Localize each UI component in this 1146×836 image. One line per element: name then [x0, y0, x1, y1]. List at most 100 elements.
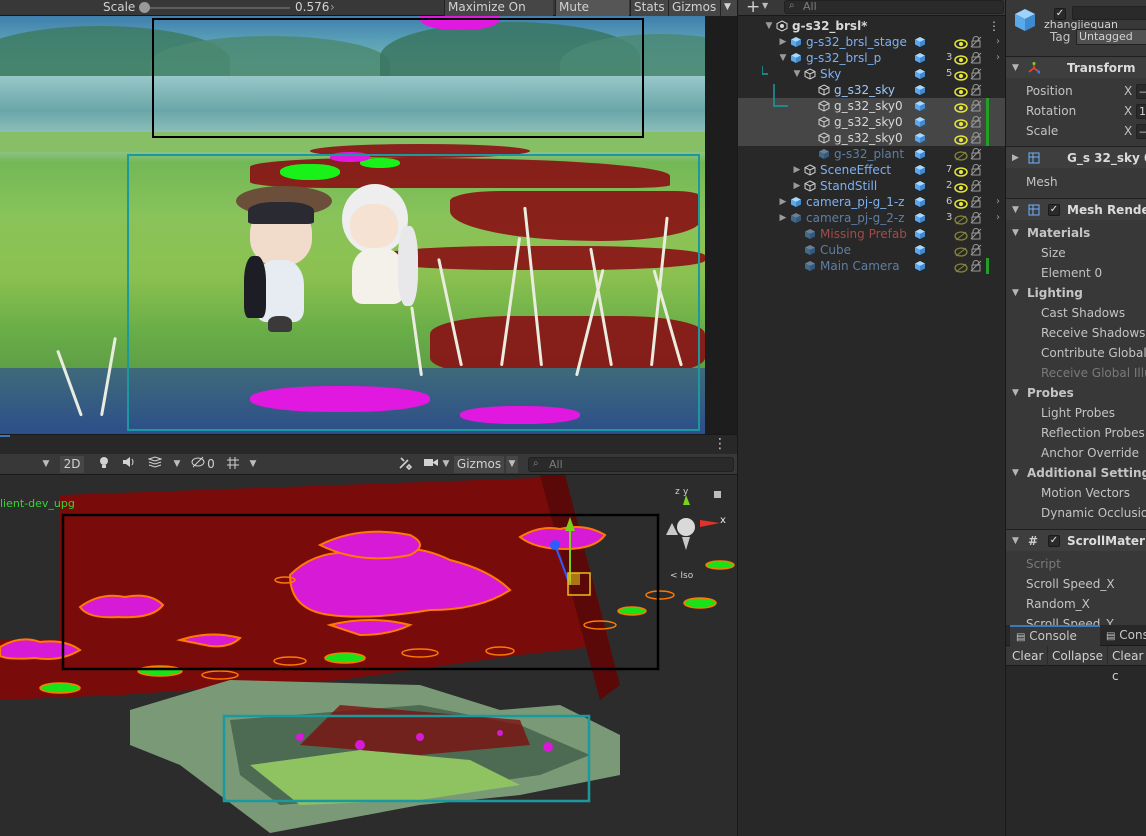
clear-on-play-button[interactable]: Clear c — [1108, 646, 1146, 683]
add-dropdown-icon[interactable]: ▼ — [762, 1, 768, 10]
2d-toggle-button[interactable]: 2D — [60, 456, 84, 473]
visibility-eye-icon[interactable] — [954, 37, 968, 49]
expand-arrow-right-icon[interactable]: ▶ — [778, 210, 788, 226]
hierarchy-item[interactable]: ▼ g-s32_brsl* ⋮ — [738, 18, 1006, 34]
visibility-eye-icon[interactable] — [954, 101, 968, 113]
visibility-eye-icon[interactable] — [954, 85, 968, 97]
visibility-hidden-icon[interactable] — [954, 261, 968, 273]
hierarchy-item[interactable]: Missing Prefab — [738, 226, 1006, 242]
hidden-objects-icon[interactable] — [190, 456, 206, 473]
open-prefab-chevron-icon[interactable]: › — [996, 210, 1000, 226]
draw-mode-dropdown-icon[interactable]: ▼ — [40, 456, 52, 473]
pickability-icon[interactable] — [970, 244, 982, 256]
mesh-renderer-header[interactable]: ▼ ✓ Mesh Rendere — [1006, 198, 1146, 220]
hierarchy-item[interactable]: ▶ SceneEffect 7 — [738, 162, 1006, 178]
expand-arrow-down-icon[interactable]: ▼ — [764, 18, 774, 34]
open-prefab-chevron-icon[interactable]: › — [996, 50, 1000, 66]
visibility-hidden-icon[interactable] — [954, 245, 968, 257]
add-icon[interactable]: + — [746, 0, 760, 17]
pickability-icon[interactable] — [970, 148, 982, 160]
mesh-filter-header[interactable]: ▶ G_s 32_sky 0 — [1006, 146, 1146, 168]
materials-foldout[interactable]: ▼ Materials — [1006, 223, 1146, 243]
pickability-icon[interactable] — [970, 52, 982, 64]
tag-dropdown[interactable]: Untagged — [1076, 29, 1146, 45]
visibility-hidden-icon[interactable] — [954, 229, 968, 241]
visibility-eye-icon[interactable] — [954, 53, 968, 65]
grid-toggle-icon[interactable] — [224, 456, 242, 473]
visibility-hidden-icon[interactable] — [954, 213, 968, 225]
tools-icon[interactable] — [396, 456, 414, 473]
pickability-icon[interactable] — [970, 228, 982, 240]
visibility-eye-icon[interactable] — [954, 197, 968, 209]
collapse-button[interactable]: Collapse — [1048, 646, 1108, 666]
scene-view[interactable]: lient-dev_upg z y x < Iso — [0, 475, 737, 836]
expand-arrow-right-icon[interactable]: ▶ — [792, 178, 802, 194]
hierarchy-item[interactable]: ▼ g-s32_brsl_p 3 › — [738, 50, 1006, 66]
hierarchy-item[interactable]: g_s32_sky0 — [738, 130, 1006, 146]
camera-dropdown-icon[interactable]: ▼ — [440, 456, 452, 473]
effects-dropdown-icon[interactable]: ▼ — [171, 456, 183, 473]
visibility-eye-icon[interactable] — [954, 181, 968, 193]
iso-label[interactable]: < Iso — [670, 571, 693, 581]
visibility-eye-icon[interactable] — [954, 133, 968, 145]
pickability-icon[interactable] — [970, 100, 982, 112]
gizmos-dropdown-icon[interactable]: ▼ — [720, 0, 737, 16]
pickability-icon[interactable] — [970, 196, 982, 208]
mesh-renderer-enabled-checkbox[interactable]: ✓ — [1048, 204, 1060, 216]
expand-arrow-right-icon[interactable]: ▶ — [792, 162, 802, 178]
probes-foldout[interactable]: ▼ Probes — [1006, 383, 1146, 403]
hierarchy-item[interactable]: Main Camera — [738, 258, 1006, 274]
visibility-eye-icon[interactable] — [954, 69, 968, 81]
pickability-icon[interactable] — [970, 116, 982, 128]
tab-console[interactable]: ▤ Console — [1010, 625, 1100, 646]
mute-audio-button[interactable]: Mute Audio — [555, 0, 629, 29]
hierarchy-item[interactable]: Cube — [738, 242, 1006, 258]
hierarchy-item[interactable]: ▶ camera_pj-g_2-z 3 › — [738, 210, 1006, 226]
scene-gizmos-dropdown-icon[interactable]: ▼ — [506, 456, 518, 473]
more-options-icon[interactable]: ⋮ — [713, 435, 727, 453]
scene-gizmos-button[interactable]: Gizmos — [454, 456, 504, 473]
hierarchy-item[interactable]: ▶ camera_pj-g_1-z 6 › — [738, 194, 1006, 210]
pickability-icon[interactable] — [970, 212, 982, 224]
scale-x-field[interactable]: — — [1136, 124, 1146, 139]
effects-toggle-icon[interactable] — [146, 456, 164, 473]
scene-search-input[interactable]: ⌕ All — [528, 457, 734, 472]
hierarchy-search-input[interactable]: ⌕ All — [784, 0, 1004, 14]
clear-button[interactable]: Clear — [1008, 646, 1049, 666]
additional-settings-foldout[interactable]: ▼ Additional Settings — [1006, 463, 1146, 483]
visibility-eye-icon[interactable] — [954, 117, 968, 129]
rotation-x-field[interactable]: 1! — [1136, 104, 1146, 119]
lighting-foldout[interactable]: ▼ Lighting — [1006, 283, 1146, 303]
open-prefab-chevron-icon[interactable]: › — [996, 194, 1000, 210]
scroll-material-enabled-checkbox[interactable]: ✓ — [1048, 535, 1060, 547]
open-prefab-chevron-icon[interactable]: › — [996, 34, 1000, 50]
hierarchy-item[interactable]: g-s32_plant — [738, 146, 1006, 162]
position-x-field[interactable]: — — [1136, 84, 1146, 99]
pickability-icon[interactable] — [970, 180, 982, 192]
scroll-material-header[interactable]: ▼ # ✓ ScrollMateria — [1006, 529, 1146, 551]
scale-slider[interactable] — [145, 7, 290, 9]
pickability-icon[interactable] — [970, 84, 982, 96]
hierarchy-item[interactable]: g_s32_sky0 — [738, 114, 1006, 130]
grid-dropdown-icon[interactable]: ▼ — [247, 456, 259, 473]
scale-slider-thumb[interactable] — [139, 2, 150, 13]
pickability-icon[interactable] — [970, 132, 982, 144]
expand-arrow-down-icon[interactable]: ▼ — [778, 50, 788, 66]
pickability-icon[interactable] — [970, 164, 982, 176]
maximize-on-play-button[interactable]: Maximize On Play — [444, 0, 553, 29]
audio-toggle-icon[interactable] — [120, 456, 138, 473]
transform-header[interactable]: ▼ Transform — [1006, 56, 1146, 78]
hierarchy-item[interactable]: ▶ StandStill 2 — [738, 178, 1006, 194]
expand-arrow-right-icon[interactable]: ▶ — [778, 34, 788, 50]
pickability-icon[interactable] — [970, 36, 982, 48]
pickability-icon[interactable] — [970, 68, 982, 80]
more-options-icon[interactable]: ⋮ — [988, 18, 1000, 34]
expand-arrow-right-icon[interactable]: ▶ — [778, 194, 788, 210]
visibility-hidden-icon[interactable] — [954, 149, 968, 161]
gizmos-button[interactable]: Gizmos — [668, 0, 720, 16]
visibility-eye-icon[interactable] — [954, 165, 968, 177]
expand-arrow-down-icon[interactable]: ▼ — [792, 66, 802, 82]
stats-button[interactable]: Stats — [630, 0, 668, 16]
lighting-toggle-icon[interactable] — [95, 456, 113, 473]
tab-console-2[interactable]: ▤ Cons — [1102, 625, 1146, 646]
